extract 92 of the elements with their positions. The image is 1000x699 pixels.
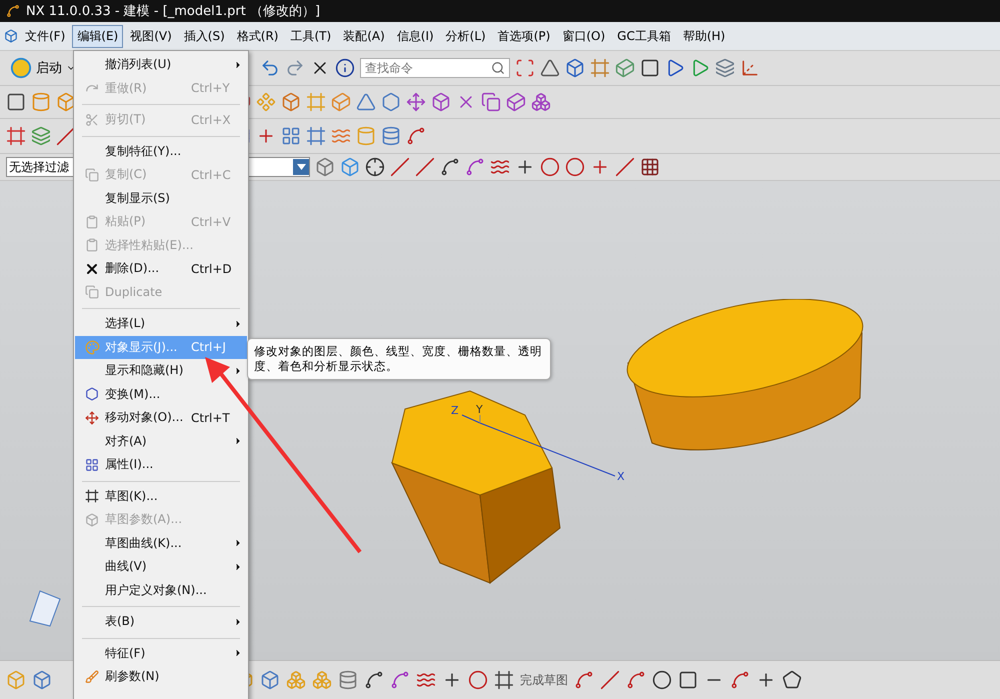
line-icon[interactable] [615, 157, 635, 177]
search-icon[interactable] [491, 61, 505, 75]
clipboard-icon [85, 238, 99, 252]
tooltip: 修改对象的图层、颜色、线型、宽度、栅格数量、透明度、着色和分析显示状态。 [247, 338, 551, 380]
menu-entry[interactable]: 草图(K)... [75, 484, 247, 508]
search-field[interactable]: 查找命令 [360, 58, 510, 78]
curve-icon[interactable] [440, 157, 460, 177]
line-icon[interactable] [600, 670, 620, 690]
move-icon[interactable] [406, 92, 426, 112]
copy-icon [85, 168, 99, 182]
cube-icon [4, 29, 18, 43]
axes-icon[interactable] [740, 58, 760, 78]
line-icon[interactable] [56, 126, 76, 146]
info-icon[interactable] [335, 58, 355, 78]
box-icon[interactable] [431, 92, 451, 112]
menu-item[interactable]: 分析(L) [440, 24, 491, 48]
menu-item[interactable]: 格式(R) [232, 24, 284, 48]
finish-sketch-button[interactable]: 完成草图 [520, 672, 568, 688]
menu-entry[interactable]: 复制显示(S) [75, 186, 247, 210]
hexagon-icon [85, 387, 99, 402]
curve-icon[interactable] [364, 670, 384, 690]
line-icon[interactable] [415, 157, 435, 177]
undo-icon[interactable] [260, 58, 280, 78]
square-icon[interactable] [678, 670, 698, 690]
menu-item[interactable]: 帮助(H) [678, 24, 730, 48]
grid-icon[interactable] [640, 157, 660, 177]
menu-item[interactable]: 窗口(O) [557, 24, 610, 48]
move-icon [85, 410, 99, 425]
menu-item[interactable]: 装配(A) [338, 24, 390, 48]
menu-entry[interactable]: 变换(M)... [75, 382, 247, 406]
cube-icon [85, 512, 99, 527]
axis-label: X [617, 470, 625, 483]
menu-entry[interactable]: 对齐(A) [75, 430, 247, 453]
menu-entry[interactable]: 选择(L) [75, 312, 247, 336]
menu-item[interactable]: 工具(T) [285, 24, 336, 48]
circle-icon[interactable] [540, 157, 560, 177]
pentagon-icon[interactable] [782, 670, 802, 690]
menu-entry[interactable]: 用户定义对象(N)... [75, 578, 247, 602]
menu-entry[interactable]: 复制特征(Y)... [75, 140, 247, 163]
menu-item[interactable]: 首选项(P) [492, 24, 556, 48]
menu-item[interactable]: GC工具箱 [612, 24, 676, 48]
filter-value: 无选择过滤 [9, 158, 69, 176]
cube-icon[interactable] [260, 670, 280, 690]
cube-icon[interactable] [565, 58, 585, 78]
database-icon[interactable] [338, 670, 358, 690]
spline-icon[interactable] [406, 126, 426, 146]
cube-icon[interactable] [315, 157, 335, 177]
cube-icon[interactable] [32, 670, 52, 690]
axis-label: Z [451, 404, 459, 417]
circle-icon[interactable] [652, 670, 672, 690]
fit-view-icon[interactable] [515, 58, 535, 78]
copy-icon [85, 285, 99, 300]
menu-entry[interactable]: 移动对象(O)... Ctrl+T [75, 406, 247, 430]
axis-label: Y [476, 403, 483, 416]
dropdown-button[interactable] [293, 159, 309, 175]
logo-icon [6, 4, 20, 18]
line-icon[interactable] [390, 157, 410, 177]
cuboid-icon[interactable] [506, 92, 526, 112]
menu-item[interactable]: 插入(S) [178, 24, 230, 48]
menu-entry[interactable]: 刷参数(N) [75, 665, 247, 688]
circle-icon[interactable] [565, 157, 585, 177]
database-icon[interactable] [381, 126, 401, 146]
spline-icon[interactable] [730, 670, 750, 690]
menu-item[interactable]: 信息(I) [392, 24, 439, 48]
menu-entry[interactable]: 属性(I)... [75, 453, 247, 476]
menu-entry[interactable]: 特征(F) [75, 642, 247, 665]
circle-icon[interactable] [468, 670, 488, 690]
layers-icon[interactable] [715, 58, 735, 78]
menu-item[interactable]: 文件(F) [20, 24, 70, 48]
menu-entry[interactable]: 草图曲线(K)... [75, 532, 247, 555]
menu-entry[interactable]: 曲线(V) [75, 555, 247, 578]
cube-icon[interactable] [340, 157, 360, 177]
palette-icon [84, 340, 100, 355]
menu-item[interactable]: 视图(V) [125, 24, 177, 48]
grid-icon[interactable] [281, 126, 301, 146]
layers-icon[interactable] [31, 126, 51, 146]
redo-icon[interactable] [285, 58, 305, 78]
scissors-icon [85, 112, 99, 127]
clipboard-icon [85, 214, 99, 229]
menu-entry[interactable]: 表(B) [75, 610, 247, 634]
boxes-icon[interactable] [531, 92, 551, 112]
cuboid-icon[interactable] [615, 58, 635, 78]
caret-icon [296, 164, 306, 170]
brush-icon [85, 670, 99, 684]
curve-icon[interactable] [574, 670, 594, 690]
menu-entry[interactable]: 删除(D)... Ctrl+D [75, 257, 247, 280]
menu-entry[interactable]: 显示和隐藏(H) [75, 359, 247, 382]
copy-icon[interactable] [481, 92, 501, 112]
arc-icon[interactable] [626, 670, 646, 690]
square-icon[interactable] [640, 58, 660, 78]
window-title: NX 11.0.0.33 - 建模 - [_model1.prt （修改的）] [26, 3, 320, 20]
menu-item[interactable]: 编辑(E) [72, 24, 124, 48]
